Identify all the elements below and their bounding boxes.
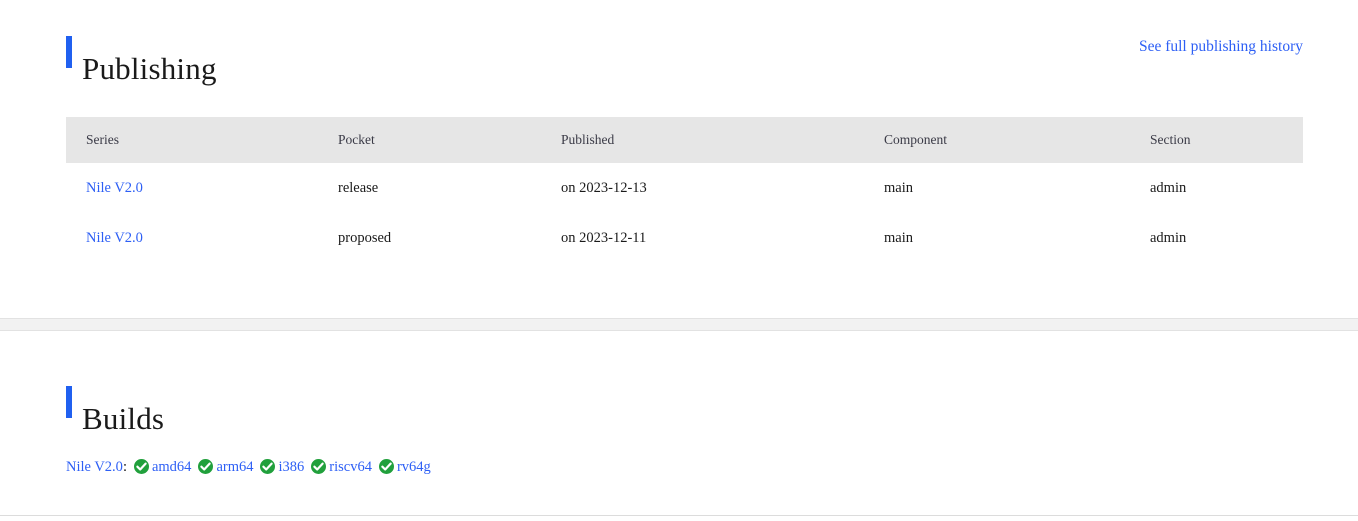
publishing-heading-row: Publishing See full publishing history [0,30,1358,86]
cell-component: main [864,163,1130,213]
cell-published: on 2023-12-13 [541,163,864,213]
table-header-row: Series Pocket Published Component Sectio… [66,117,1303,163]
cell-series: Nile V2.0 [66,213,318,263]
column-header-pocket: Pocket [318,117,541,163]
column-header-component-label: Component [884,132,947,147]
check-circle-icon [311,459,327,474]
see-full-publishing-history-link[interactable]: See full publishing history [1139,38,1303,56]
cell-pocket-value: proposed [338,229,392,246]
publishing-table: Series Pocket Published Component Sectio… [66,117,1303,263]
publishing-table-header: Series Pocket Published Component Sectio… [66,117,1303,163]
build-arch-link[interactable]: riscv64 [329,459,372,475]
build-item-amd64: amd64 [133,458,191,476]
column-header-series: Series [66,117,318,163]
cell-published-value: on 2023-12-13 [561,179,647,196]
column-header-component: Component [864,117,1130,163]
check-circle-icon [133,459,149,474]
builds-separator: : [122,459,127,475]
builds-section: Builds [0,380,1358,436]
page-bottom-rule [0,515,1358,516]
check-circle-icon [378,459,394,474]
cell-pocket-value: release [338,179,379,196]
cell-series: Nile V2.0 [66,163,318,213]
table-row: Nile V2.0 proposed on 2023-12-11 main ad… [66,213,1303,263]
cell-component-value: main [884,179,913,196]
publishing-table-body: Nile V2.0 release on 2023-12-13 main adm… [66,163,1303,263]
cell-section: admin [1130,163,1303,213]
publishing-accent-bar [66,36,72,68]
build-arch-link[interactable]: amd64 [152,459,191,475]
builds-heading-title: Builds [82,400,165,436]
cell-component-value: main [884,229,913,246]
check-circle-icon [260,459,276,474]
build-item-i386: i386 [260,458,304,476]
cell-published: on 2023-12-11 [541,213,864,263]
check-circle-icon [198,459,214,474]
cell-section-value: admin [1150,179,1187,196]
builds-series-link[interactable]: Nile V2.0 [66,459,123,475]
build-item-arm64: arm64 [198,458,253,476]
table-row: Nile V2.0 release on 2023-12-13 main adm… [66,163,1303,213]
cell-published-value: on 2023-12-11 [561,229,647,246]
cell-component: main [864,213,1130,263]
builds-list-row: Nile V2.0: amd64 arm64 i386 riscv64 rv64g [66,458,431,476]
build-arch-link[interactable]: i386 [278,459,304,475]
cell-pocket: proposed [318,213,541,263]
builds-accent-bar [66,386,72,418]
column-header-series-label: Series [86,132,119,147]
publishing-section: Publishing See full publishing history [0,30,1358,86]
column-header-published-label: Published [561,132,615,147]
publishing-heading-title: Publishing [82,50,217,86]
section-divider-band [0,318,1358,331]
build-item-riscv64: riscv64 [311,458,372,476]
column-header-section: Section [1130,117,1303,163]
series-link[interactable]: Nile V2.0 [86,230,143,246]
column-header-published: Published [541,117,864,163]
cell-section: admin [1130,213,1303,263]
column-header-pocket-label: Pocket [338,132,375,147]
cell-pocket: release [318,163,541,213]
build-item-rv64g: rv64g [378,458,431,476]
cell-section-value: admin [1150,229,1187,246]
builds-heading-row: Builds [0,380,1358,436]
build-arch-link[interactable]: arm64 [216,459,253,475]
series-link[interactable]: Nile V2.0 [86,180,143,196]
column-header-section-label: Section [1150,132,1191,147]
build-arch-link[interactable]: rv64g [397,459,431,475]
